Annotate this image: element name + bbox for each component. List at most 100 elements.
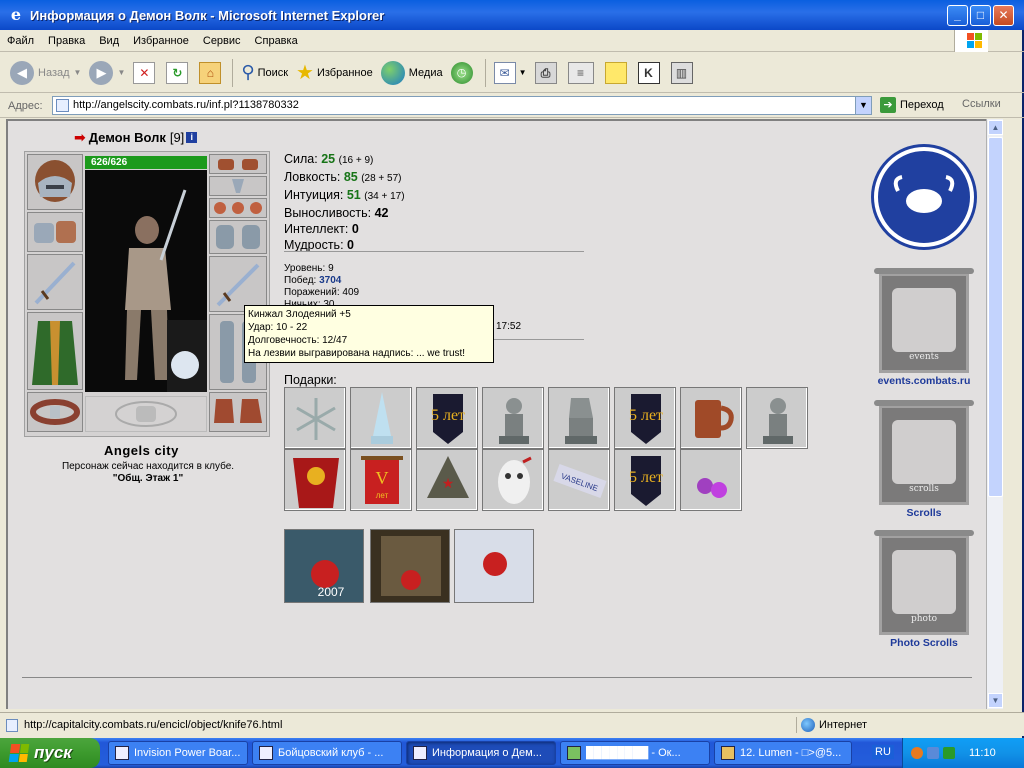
- print-icon: ⎙: [534, 61, 557, 84]
- scroll-up-icon[interactable]: ▲: [988, 120, 1003, 135]
- minimize-button[interactable]: _: [947, 4, 968, 26]
- task-lumen[interactable]: 12. Lumen - □>@5...: [714, 741, 852, 765]
- search-button[interactable]: ⚲ Поиск: [241, 62, 288, 83]
- title-bar[interactable]: e Информация о Демон Волк - Microsoft In…: [0, 0, 1024, 30]
- scrolls-link[interactable]: Scrolls: [874, 507, 974, 519]
- menu-edit[interactable]: Правка: [41, 35, 92, 47]
- language-indicator[interactable]: RU: [872, 745, 894, 759]
- links-button[interactable]: Ссылки: [962, 98, 1001, 110]
- events-link[interactable]: events.combats.ru: [874, 375, 974, 387]
- address-input[interactable]: http://angelscity.combats.ru/inf.pl?1138…: [52, 96, 872, 115]
- red-arrow-icon[interactable]: ➡: [74, 129, 86, 146]
- bracers-slot[interactable]: [27, 212, 83, 252]
- rings-slot[interactable]: [209, 198, 267, 218]
- location-room: "Общ. Этаж 1": [112, 473, 184, 484]
- start-button[interactable]: пуск: [0, 738, 100, 768]
- earrings-slot[interactable]: [209, 154, 267, 174]
- history-button[interactable]: ◷: [450, 61, 477, 84]
- beer-mug-icon: [695, 400, 734, 438]
- media-button[interactable]: Медиа: [380, 60, 443, 85]
- gloves-slot[interactable]: [209, 220, 267, 254]
- gift-crystal[interactable]: [350, 387, 412, 449]
- back-button[interactable]: ◀ Назад ▼: [10, 60, 82, 85]
- hockey-mask-icon: [498, 456, 532, 504]
- weapon-left-slot[interactable]: [27, 254, 83, 310]
- gift-knight-statue[interactable]: [482, 387, 544, 449]
- notes-button[interactable]: [604, 61, 630, 84]
- photo-flag: photo: [874, 530, 974, 635]
- tray-network-icon[interactable]: [927, 747, 939, 759]
- belt-slot[interactable]: [27, 392, 83, 432]
- maximize-button[interactable]: □: [970, 4, 991, 26]
- gift-five-years-banner-2[interactable]: 5 лет: [614, 387, 676, 449]
- mail-button[interactable]: ✉ ▼: [493, 61, 527, 84]
- research-button[interactable]: ▥: [670, 61, 696, 84]
- task-invision[interactable]: Invision Power Boar...: [108, 741, 248, 765]
- gift-vaseline-tube[interactable]: VASELINE: [548, 449, 610, 511]
- gift-snowflake[interactable]: [284, 387, 346, 449]
- gift-star-helmet[interactable]: ★: [416, 449, 478, 511]
- gift-horse-statue[interactable]: [548, 387, 610, 449]
- scroll-down-icon[interactable]: ▼: [988, 693, 1003, 708]
- scroll-thumb[interactable]: [988, 137, 1003, 497]
- menu-favorites[interactable]: Избранное: [126, 35, 196, 47]
- boots-slot[interactable]: [209, 392, 267, 432]
- go-button[interactable]: ➔ Переход: [880, 97, 944, 113]
- mail-dropdown-icon[interactable]: ▼: [519, 68, 527, 77]
- gift-v-years-banner[interactable]: Vлет: [350, 449, 412, 511]
- fist-emblem-icon: [115, 401, 177, 427]
- task-character-info[interactable]: Информация о Дем...: [406, 741, 556, 765]
- back-dropdown-icon[interactable]: ▼: [74, 68, 82, 77]
- forward-dropdown-icon[interactable]: ▼: [117, 68, 125, 77]
- stop-button[interactable]: ✕: [133, 61, 158, 84]
- weapon-right-slot[interactable]: [209, 256, 267, 312]
- star-icon: ★: [296, 62, 314, 84]
- favorites-button[interactable]: ★ Избранное: [296, 60, 373, 85]
- tray-arrow-icon[interactable]: [911, 747, 923, 759]
- mail-icon: ✉: [493, 61, 516, 84]
- photo-banner[interactable]: photo Photo Scrolls: [874, 530, 974, 649]
- warrior-figure-icon: [85, 170, 207, 392]
- amulet-slot[interactable]: [209, 176, 267, 196]
- postcard-white[interactable]: [454, 529, 534, 603]
- menu-file[interactable]: Файл: [0, 35, 41, 47]
- address-dropdown-icon[interactable]: ▼: [855, 97, 871, 114]
- photo-scrolls-link[interactable]: Photo Scrolls: [874, 637, 974, 649]
- info-icon[interactable]: i: [186, 132, 198, 143]
- print-button[interactable]: ⎙: [534, 61, 560, 84]
- events-banner[interactable]: events events.combats.ru: [874, 268, 974, 387]
- edit-button[interactable]: ≡: [567, 61, 597, 84]
- tray-updown-icon[interactable]: [943, 747, 955, 759]
- vertical-scrollbar[interactable]: ▲ ▼: [986, 119, 1003, 709]
- gift-beer-mug[interactable]: [680, 387, 742, 449]
- armor-slot[interactable]: [27, 312, 83, 390]
- taskbar: пуск Invision Power Boar... Бойцовский к…: [0, 738, 1024, 768]
- helmet-slot[interactable]: [27, 154, 83, 210]
- gift-hockey-mask[interactable]: [482, 449, 544, 511]
- task-fight-club[interactable]: Бойцовский клуб - ...: [252, 741, 402, 765]
- gift-five-years-banner-3[interactable]: 5 лет: [614, 449, 676, 511]
- home-button[interactable]: ⌂: [199, 61, 224, 84]
- task-chat-window[interactable]: ████████ - Ок...: [560, 741, 710, 765]
- menu-tools[interactable]: Сервис: [196, 35, 248, 47]
- fist-shield-icon: [892, 288, 956, 352]
- close-button[interactable]: ✕: [993, 4, 1014, 26]
- scrolls-banner[interactable]: scrolls Scrolls: [874, 400, 974, 519]
- postcard-warriors[interactable]: [370, 529, 450, 603]
- gift-five-years-banner[interactable]: 5 лет: [416, 387, 478, 449]
- k-button[interactable]: K: [637, 61, 663, 84]
- character-avatar[interactable]: [85, 170, 207, 392]
- menu-view[interactable]: Вид: [92, 35, 126, 47]
- budenovka-helmet-icon: ★: [427, 456, 469, 498]
- gift-potions[interactable]: [680, 449, 742, 511]
- address-url: http://angelscity.combats.ru/inf.pl?1138…: [73, 99, 299, 111]
- refresh-button[interactable]: ↻: [166, 61, 191, 84]
- forward-button[interactable]: ▶ ▼: [89, 60, 125, 85]
- menu-help[interactable]: Справка: [248, 35, 305, 47]
- crab-logo[interactable]: [874, 147, 974, 247]
- postcard-2007[interactable]: 2007: [284, 529, 364, 603]
- gift-knight-statue-2[interactable]: [746, 387, 808, 449]
- gift-red-cloak[interactable]: [284, 449, 346, 511]
- snowflake-icon: [296, 398, 336, 440]
- clock: 11:10: [969, 747, 996, 759]
